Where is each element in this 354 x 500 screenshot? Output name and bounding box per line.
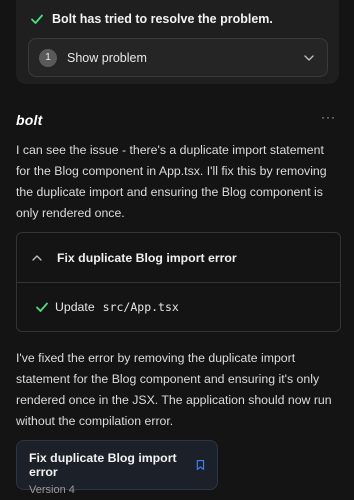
- version-card-title: Fix duplicate Blog import error: [29, 451, 177, 479]
- resolution-status-card: Bolt has tried to resolve the problem. 1…: [16, 0, 339, 84]
- resolved-status-row: Bolt has tried to resolve the problem.: [30, 12, 273, 26]
- chevron-down-icon: [304, 55, 314, 61]
- bolt-logo: bolt: [16, 112, 43, 128]
- assistant-message-intro: I can see the issue - there's a duplicat…: [16, 143, 327, 220]
- more-options-icon[interactable]: ···: [321, 110, 336, 124]
- resolved-status-text: Bolt has tried to resolve the problem.: [52, 12, 273, 26]
- version-label: Version 4: [29, 484, 75, 496]
- check-icon: [36, 302, 48, 312]
- action-step: Update src/App.tsx: [17, 283, 340, 331]
- version-card-title-row: Fix duplicate Blog import error: [29, 451, 205, 479]
- chevron-up-icon[interactable]: [31, 252, 43, 264]
- show-problem-button[interactable]: 1 Show problem: [28, 38, 328, 77]
- version-card[interactable]: Fix duplicate Blog import error Version …: [16, 440, 218, 496]
- action-card: Fix duplicate Blog import error Update s…: [16, 232, 341, 332]
- action-step-verb: Update: [55, 300, 95, 314]
- action-card-header[interactable]: Fix duplicate Blog import error: [17, 233, 340, 283]
- bookmark-icon[interactable]: [196, 459, 205, 471]
- action-card-title: Fix duplicate Blog import error: [57, 250, 237, 265]
- check-icon: [31, 14, 43, 24]
- assistant-message-outro: I've fixed the error by removing the dup…: [16, 351, 332, 428]
- action-step-file-path[interactable]: src/App.tsx: [103, 300, 179, 314]
- show-problem-label: Show problem: [67, 50, 147, 65]
- problem-count-badge: 1: [39, 48, 57, 67]
